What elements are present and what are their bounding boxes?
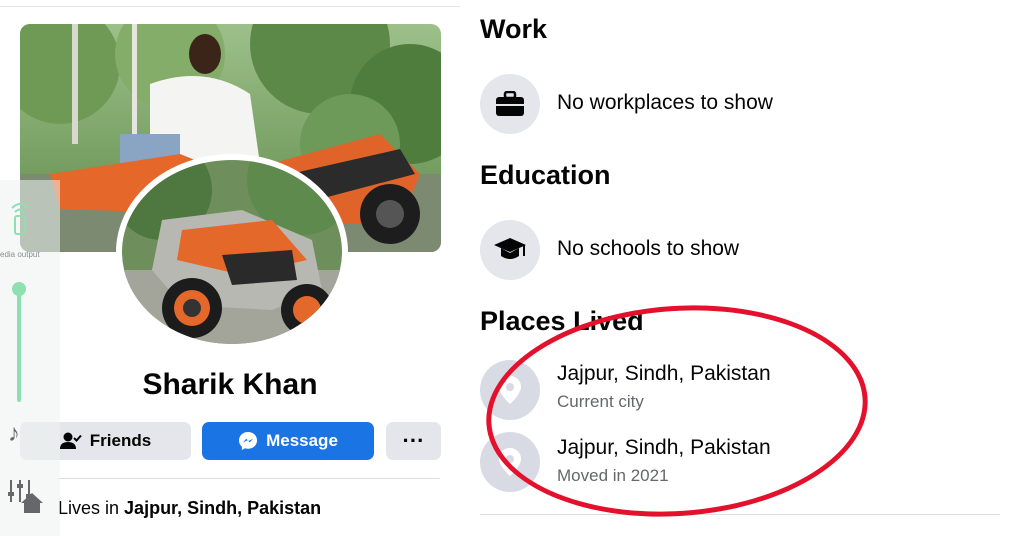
- lives-in-row: Lives in Jajpur, Sindh, Pakistan: [58, 498, 321, 519]
- friends-label: Friends: [89, 431, 152, 450]
- volume-slider[interactable]: [17, 290, 21, 402]
- work-icon-circle: [480, 74, 540, 134]
- profile-picture[interactable]: [116, 154, 348, 350]
- more-icon: ···: [402, 428, 425, 453]
- education-icon-circle: [480, 220, 540, 280]
- intro-divider: [58, 478, 440, 479]
- home-icon: [21, 493, 43, 513]
- briefcase-icon: [496, 91, 524, 116]
- messenger-icon: [239, 432, 258, 450]
- about-divider: [480, 514, 1000, 515]
- profile-name: Sharik Khan: [142, 368, 318, 401]
- work-heading: Work: [480, 14, 548, 44]
- media-output-caption: edia output: [0, 250, 40, 259]
- music-note-icon[interactable]: ♪: [8, 420, 20, 448]
- profile-panel: Sharik Khan Friends Message ··· Lives in…: [0, 0, 460, 536]
- education-item: No schools to show: [557, 237, 740, 260]
- lives-in-place[interactable]: Jajpur, Sindh, Pakistan: [124, 498, 321, 518]
- message-label: Message: [266, 431, 338, 450]
- graduation-cap-icon: [494, 238, 526, 259]
- education-heading: Education: [480, 160, 611, 190]
- phone-speaker-icon: [11, 203, 29, 235]
- friend-check-icon: [59, 432, 82, 449]
- more-options-button[interactable]: ···: [386, 422, 441, 460]
- top-divider: [0, 6, 460, 7]
- lives-in-prefix: Lives in: [58, 498, 120, 518]
- volume-slider-handle[interactable]: [12, 282, 26, 296]
- work-item: No workplaces to show: [557, 91, 773, 114]
- message-button[interactable]: Message: [202, 422, 374, 460]
